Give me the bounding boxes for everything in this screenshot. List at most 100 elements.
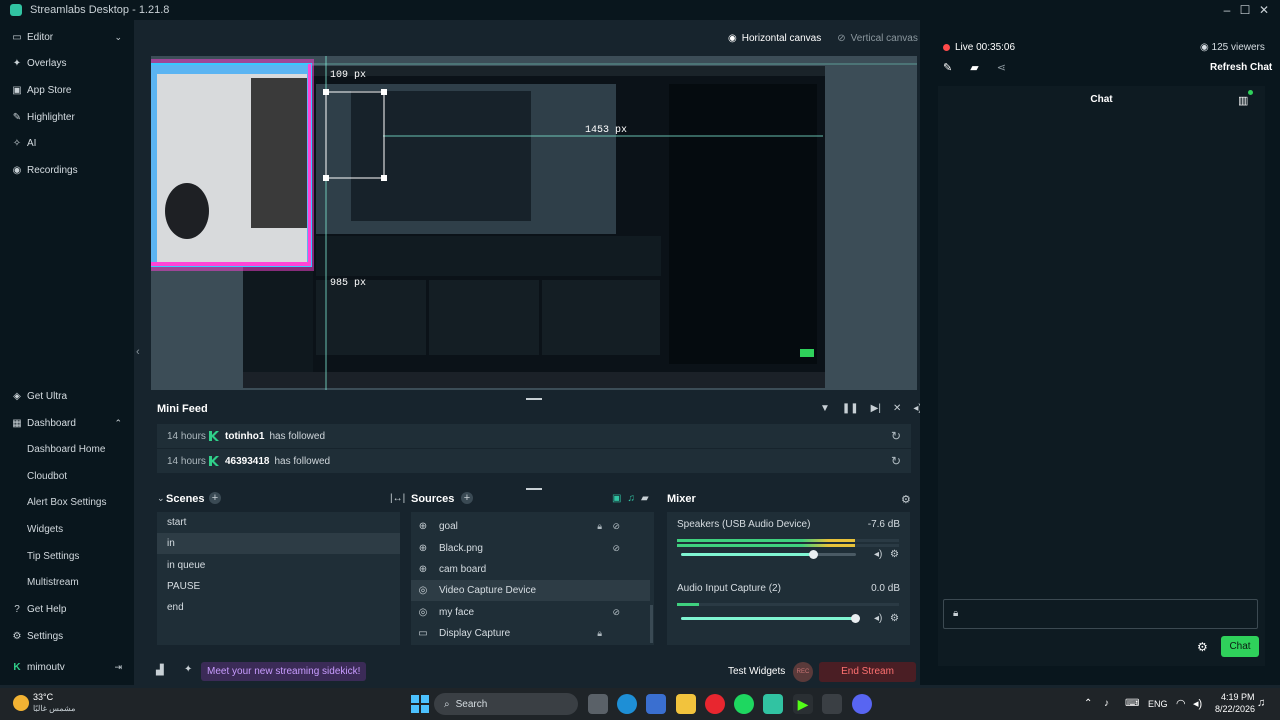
audio-icon[interactable]: ♫ (627, 493, 635, 504)
speaker-icon[interactable]: ◂) (874, 549, 882, 560)
volume-slider[interactable] (681, 550, 856, 559)
logout-icon[interactable]: ⇥ (114, 662, 122, 673)
edge-icon[interactable] (617, 694, 637, 714)
skip-icon[interactable]: ▶| (871, 403, 881, 414)
sidebar-item-highlighter[interactable]: ✎ Highlighter (0, 106, 134, 128)
volume-icon[interactable]: ◂) (1193, 697, 1202, 710)
stream-preview-canvas[interactable]: 109 px 1453 px 985 px (151, 56, 917, 390)
chevron-down-icon[interactable]: ⌄ (157, 493, 165, 504)
source-item[interactable]: ⊕ Black.png ⊘ (411, 538, 650, 559)
opera-icon[interactable] (705, 694, 725, 714)
microphone-icon[interactable]: ♪ (1104, 698, 1109, 709)
sidebar-item-recordings[interactable]: ◉ Recordings (0, 159, 134, 181)
tab-horizontal-canvas[interactable]: ◉ Horizontal canvas (728, 30, 821, 46)
eye-off-icon[interactable]: ⊘ (612, 607, 620, 618)
volume-slider-knob[interactable] (809, 550, 818, 559)
resize-handle[interactable] (526, 398, 542, 400)
chat-send-button[interactable]: Chat (1221, 636, 1259, 657)
sidebar-item-ai[interactable]: ✧ AI (0, 132, 134, 154)
chat-input[interactable]: 🔒︎ (943, 599, 1258, 629)
chat-settings-icon[interactable]: ⚙ (1197, 640, 1208, 654)
gear-icon[interactable]: ⚙ (890, 549, 899, 560)
sidebar-item-dashboard[interactable]: ▦ Dashboard ⌃ (0, 412, 134, 434)
streamlabs-icon[interactable] (763, 694, 783, 714)
discord-icon[interactable] (852, 694, 872, 714)
scene-item[interactable]: start (157, 512, 400, 533)
mute-alerts-icon[interactable]: ✕ (893, 403, 901, 414)
lock-icon[interactable]: 🔒︎ (597, 521, 602, 532)
clock-time[interactable]: 4:19 PM (1221, 692, 1255, 702)
refresh-chat-button[interactable]: Refresh Chat (1210, 62, 1272, 73)
speaker-icon[interactable]: ◂) (874, 613, 882, 624)
notification-bell-icon[interactable]: ♫ (1257, 697, 1265, 709)
source-group-icon[interactable]: ▣ (612, 493, 621, 504)
sidebar-subitem-widgets[interactable]: Widgets (27, 524, 63, 535)
store-icon[interactable] (646, 694, 666, 714)
sidebar-subitem-tip-settings[interactable]: Tip Settings (27, 551, 79, 562)
sidebar-item-editor[interactable]: ▭ Editor ⌄ (0, 26, 134, 48)
source-item[interactable]: ⊕ goal 🔒︎ ⊘ (411, 516, 650, 537)
volume-slider-knob[interactable] (851, 614, 860, 623)
spotify-icon[interactable] (734, 694, 754, 714)
stats-icon[interactable]: ▟ (156, 665, 164, 676)
end-stream-button[interactable]: End Stream (819, 662, 916, 682)
source-item[interactable]: ⊕ cam board (411, 559, 650, 580)
chevron-up-icon[interactable]: ⌃ (1084, 698, 1092, 709)
volume-slider[interactable] (681, 614, 860, 623)
language-indicator[interactable]: ENG (1148, 699, 1168, 709)
source-item[interactable]: ▭ Display Capture 🔒︎ (411, 623, 650, 644)
edit-stream-icon[interactable]: ✎ (943, 61, 952, 74)
scene-item[interactable]: in queue (157, 555, 400, 576)
sidebar-subitem-alert-box-settings[interactable]: Alert Box Settings (27, 497, 106, 508)
file-explorer-icon[interactable] (676, 694, 696, 714)
sidekick-banner[interactable]: Meet your new streaming sidekick! (201, 662, 367, 681)
record-button[interactable]: REC (793, 662, 813, 682)
sidebar-user[interactable]: K mimoutv ⇥ (0, 656, 134, 678)
add-source-button[interactable]: + (461, 492, 473, 504)
sidebar-item-get-help[interactable]: ? Get Help (0, 598, 134, 620)
sidebar-item-app-store[interactable]: ▣ App Store (0, 79, 134, 101)
lock-icon[interactable]: 🔒︎ (597, 628, 602, 639)
folder-icon[interactable]: ▰ (641, 493, 649, 504)
share-icon[interactable]: ⋖ (997, 61, 1006, 74)
sidebar-subitem-dashboard-home[interactable]: Dashboard Home (27, 444, 105, 455)
add-scene-button[interactable]: + (209, 492, 221, 504)
test-widgets-button[interactable]: Test Widgets (728, 666, 785, 677)
weather-icon[interactable] (13, 695, 29, 711)
wifi-icon[interactable]: ◠ (1176, 697, 1186, 710)
replay-icon[interactable]: ↻ (891, 429, 901, 443)
chat-users-icon[interactable]: ▥ (1238, 94, 1248, 107)
source-item[interactable]: ◎ my face ⊘ (411, 602, 650, 623)
gear-icon[interactable]: ⚙ (890, 613, 899, 624)
sidebar-subitem-cloudbot[interactable]: Cloudbot (27, 471, 67, 482)
scene-item-selected[interactable]: in (157, 533, 400, 554)
scene-item[interactable]: PAUSE (157, 576, 400, 597)
clip-icon[interactable]: ▰ (970, 61, 978, 74)
gear-icon[interactable]: ⚙ (901, 493, 911, 506)
collapse-left-icon[interactable]: ‹ (136, 346, 140, 358)
clock-date[interactable]: 8/22/2026 (1215, 704, 1255, 714)
windows-start-icon[interactable] (411, 695, 429, 713)
filter-icon[interactable]: ▼ (820, 403, 830, 414)
kick-icon[interactable]: ▶ (793, 694, 813, 714)
close-button[interactable]: ✕ (1256, 2, 1272, 18)
task-view-icon[interactable] (588, 694, 608, 714)
taskbar-search[interactable]: ⌕ Search (434, 693, 578, 715)
tab-vertical-canvas[interactable]: ⊘ Vertical canvas (837, 30, 918, 46)
pause-icon[interactable]: ❚❚ (842, 403, 859, 414)
resize-handle[interactable] (526, 488, 542, 490)
eye-off-icon[interactable]: ⊘ (612, 521, 620, 532)
minimize-button[interactable]: – (1219, 2, 1235, 18)
scene-transitions-icon[interactable]: |↔| (390, 493, 405, 504)
sidebar-item-get-ultra[interactable]: ◈ Get Ultra (0, 385, 134, 407)
keyboard-icon[interactable]: ⌨ (1125, 698, 1139, 709)
source-item-selected[interactable]: ◎ Video Capture Device (411, 580, 650, 601)
sidebar-item-overlays[interactable]: ✦ Overlays (0, 52, 134, 74)
obs-icon[interactable] (822, 694, 842, 714)
eye-off-icon[interactable]: ⊘ (612, 543, 620, 554)
replay-icon[interactable]: ↻ (891, 454, 901, 468)
maximize-button[interactable]: ☐ (1237, 2, 1253, 18)
sidebar-subitem-multistream[interactable]: Multistream (27, 577, 79, 588)
sidebar-item-settings[interactable]: ⚙ Settings (0, 625, 134, 647)
scene-item[interactable]: end (157, 597, 400, 618)
